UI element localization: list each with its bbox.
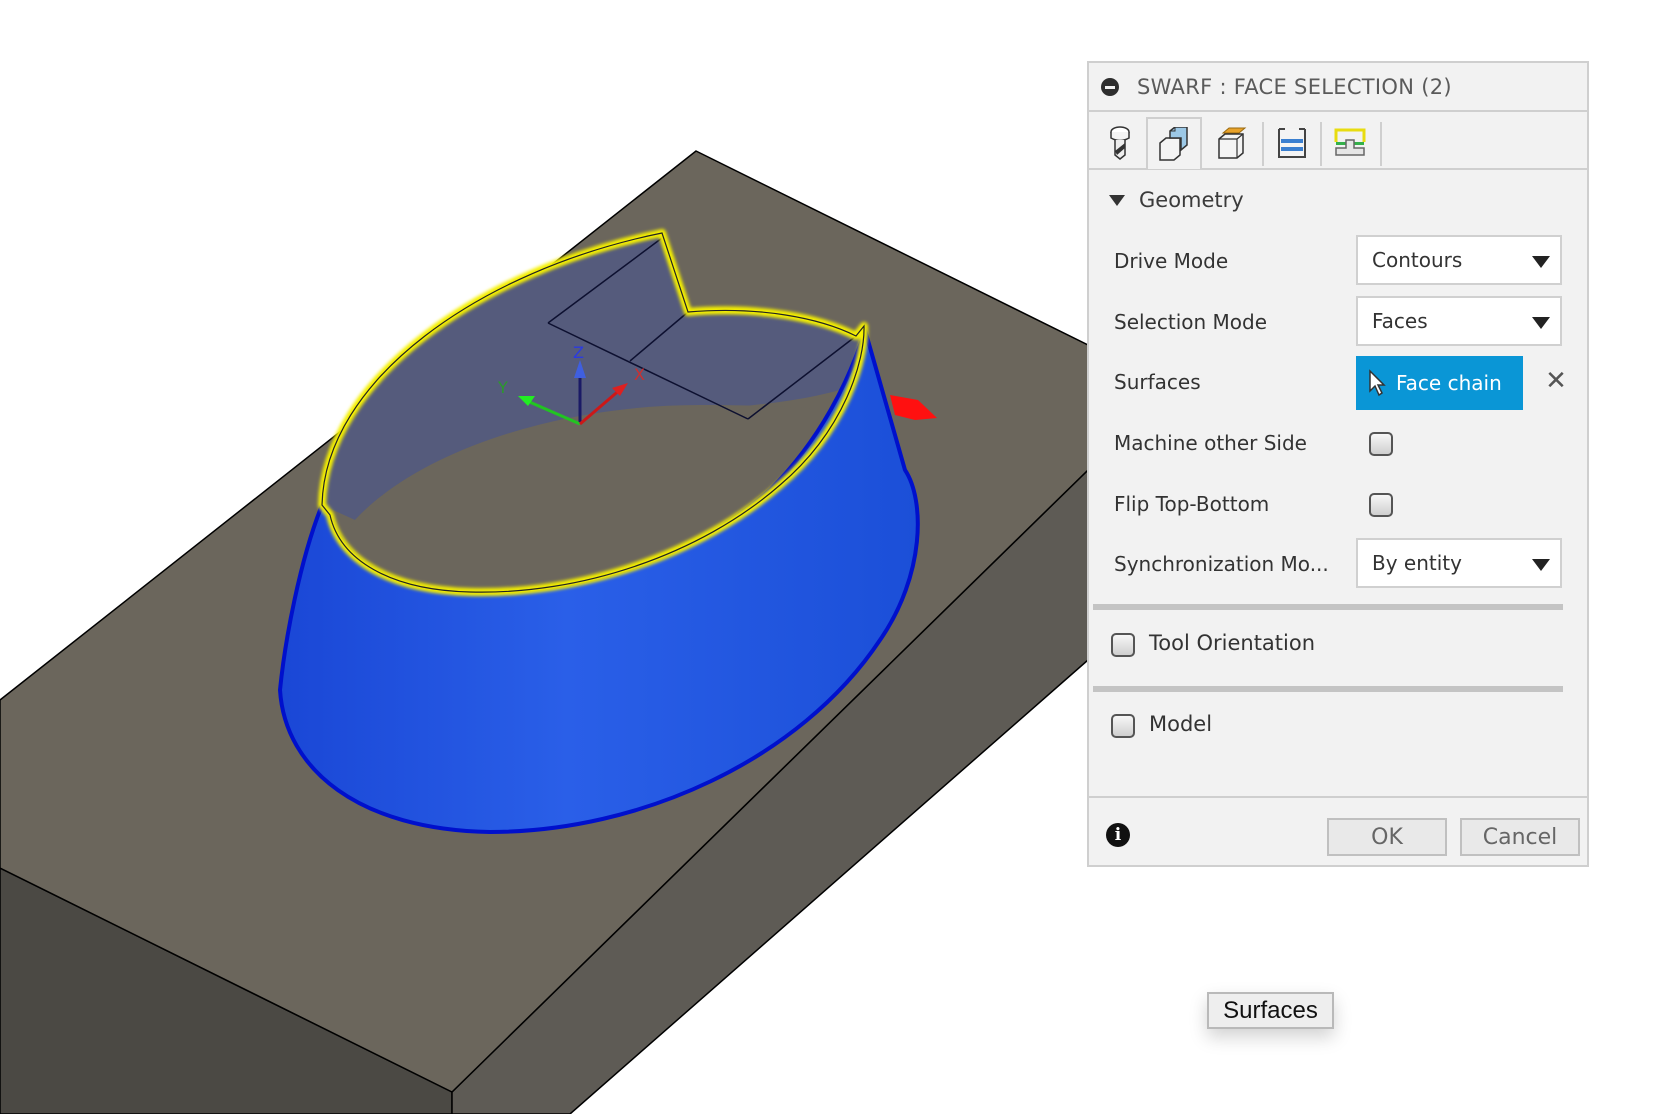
tool-icon: [1110, 126, 1130, 160]
axis-label-y: Y: [497, 378, 508, 397]
section-divider: [1093, 604, 1563, 610]
selection-mode-value: Faces: [1372, 309, 1428, 333]
cancel-button[interactable]: Cancel: [1460, 818, 1580, 856]
collapse-dialog-icon[interactable]: [1101, 77, 1119, 96]
chevron-down-icon: [1532, 317, 1550, 329]
expand-triangle-icon: [1109, 194, 1125, 206]
dialog-title: SWARF : FACE SELECTION (2): [1137, 74, 1452, 99]
drive-mode-value: Contours: [1372, 248, 1463, 272]
tab-separator: [1380, 122, 1382, 166]
face-chain-selection-button[interactable]: Face chain: [1356, 356, 1523, 410]
surfaces-label: Surfaces: [1114, 370, 1201, 394]
geometry-section-label: Geometry: [1139, 188, 1244, 212]
geometry-section-header[interactable]: Geometry: [1109, 188, 1244, 212]
section-divider: [1093, 686, 1563, 692]
face-chain-label: Face chain: [1396, 371, 1502, 395]
flip-top-bottom-checkbox[interactable]: [1369, 493, 1393, 517]
dialog-footer: i OK Cancel: [1089, 796, 1587, 865]
flip-top-bottom-label: Flip Top-Bottom: [1114, 492, 1270, 516]
machine-other-side-checkbox[interactable]: [1369, 432, 1393, 456]
dialog-tabs: [1089, 112, 1587, 170]
synchronization-mode-value: By entity: [1372, 551, 1462, 575]
tab-passes[interactable]: [1264, 118, 1320, 168]
drive-mode-label: Drive Mode: [1114, 249, 1229, 273]
axis-label-x: X: [634, 365, 645, 384]
model-checkbox[interactable]: [1111, 714, 1135, 738]
tab-tool[interactable]: [1092, 118, 1148, 168]
synchronization-mode-label: Synchronization Mo...: [1114, 552, 1329, 576]
machine-other-side-label: Machine other Side: [1114, 431, 1307, 455]
tab-geometry[interactable]: [1146, 117, 1202, 169]
tool-orientation-label: Tool Orientation: [1149, 631, 1316, 655]
selection-mode-label: Selection Mode: [1114, 310, 1268, 334]
synchronization-mode-select[interactable]: By entity: [1356, 538, 1562, 588]
swarf-dialog: SWARF : FACE SELECTION (2) Geometry Driv…: [1087, 61, 1589, 867]
axis-label-z: Z: [573, 343, 584, 362]
chevron-down-icon: [1532, 559, 1550, 571]
geometry-icon: [1159, 127, 1188, 161]
passes-icon: [1278, 128, 1306, 158]
tab-linking[interactable]: [1322, 118, 1378, 168]
ok-button[interactable]: OK: [1327, 818, 1447, 856]
dialog-titlebar[interactable]: SWARF : FACE SELECTION (2): [1089, 63, 1587, 112]
clear-selection-icon[interactable]: ✕: [1541, 363, 1571, 399]
tab-heights[interactable]: [1204, 118, 1260, 168]
heights-icon: [1218, 127, 1247, 159]
chevron-down-icon: [1532, 256, 1550, 268]
selection-mode-select[interactable]: Faces: [1356, 296, 1562, 346]
info-icon[interactable]: i: [1106, 823, 1130, 847]
tool-orientation-checkbox[interactable]: [1111, 633, 1135, 657]
model-label: Model: [1149, 712, 1213, 736]
linking-icon: [1334, 128, 1366, 156]
cursor-arrow-icon: [1369, 369, 1386, 397]
surfaces-tooltip: Surfaces: [1207, 992, 1334, 1029]
drive-mode-select[interactable]: Contours: [1356, 235, 1562, 285]
